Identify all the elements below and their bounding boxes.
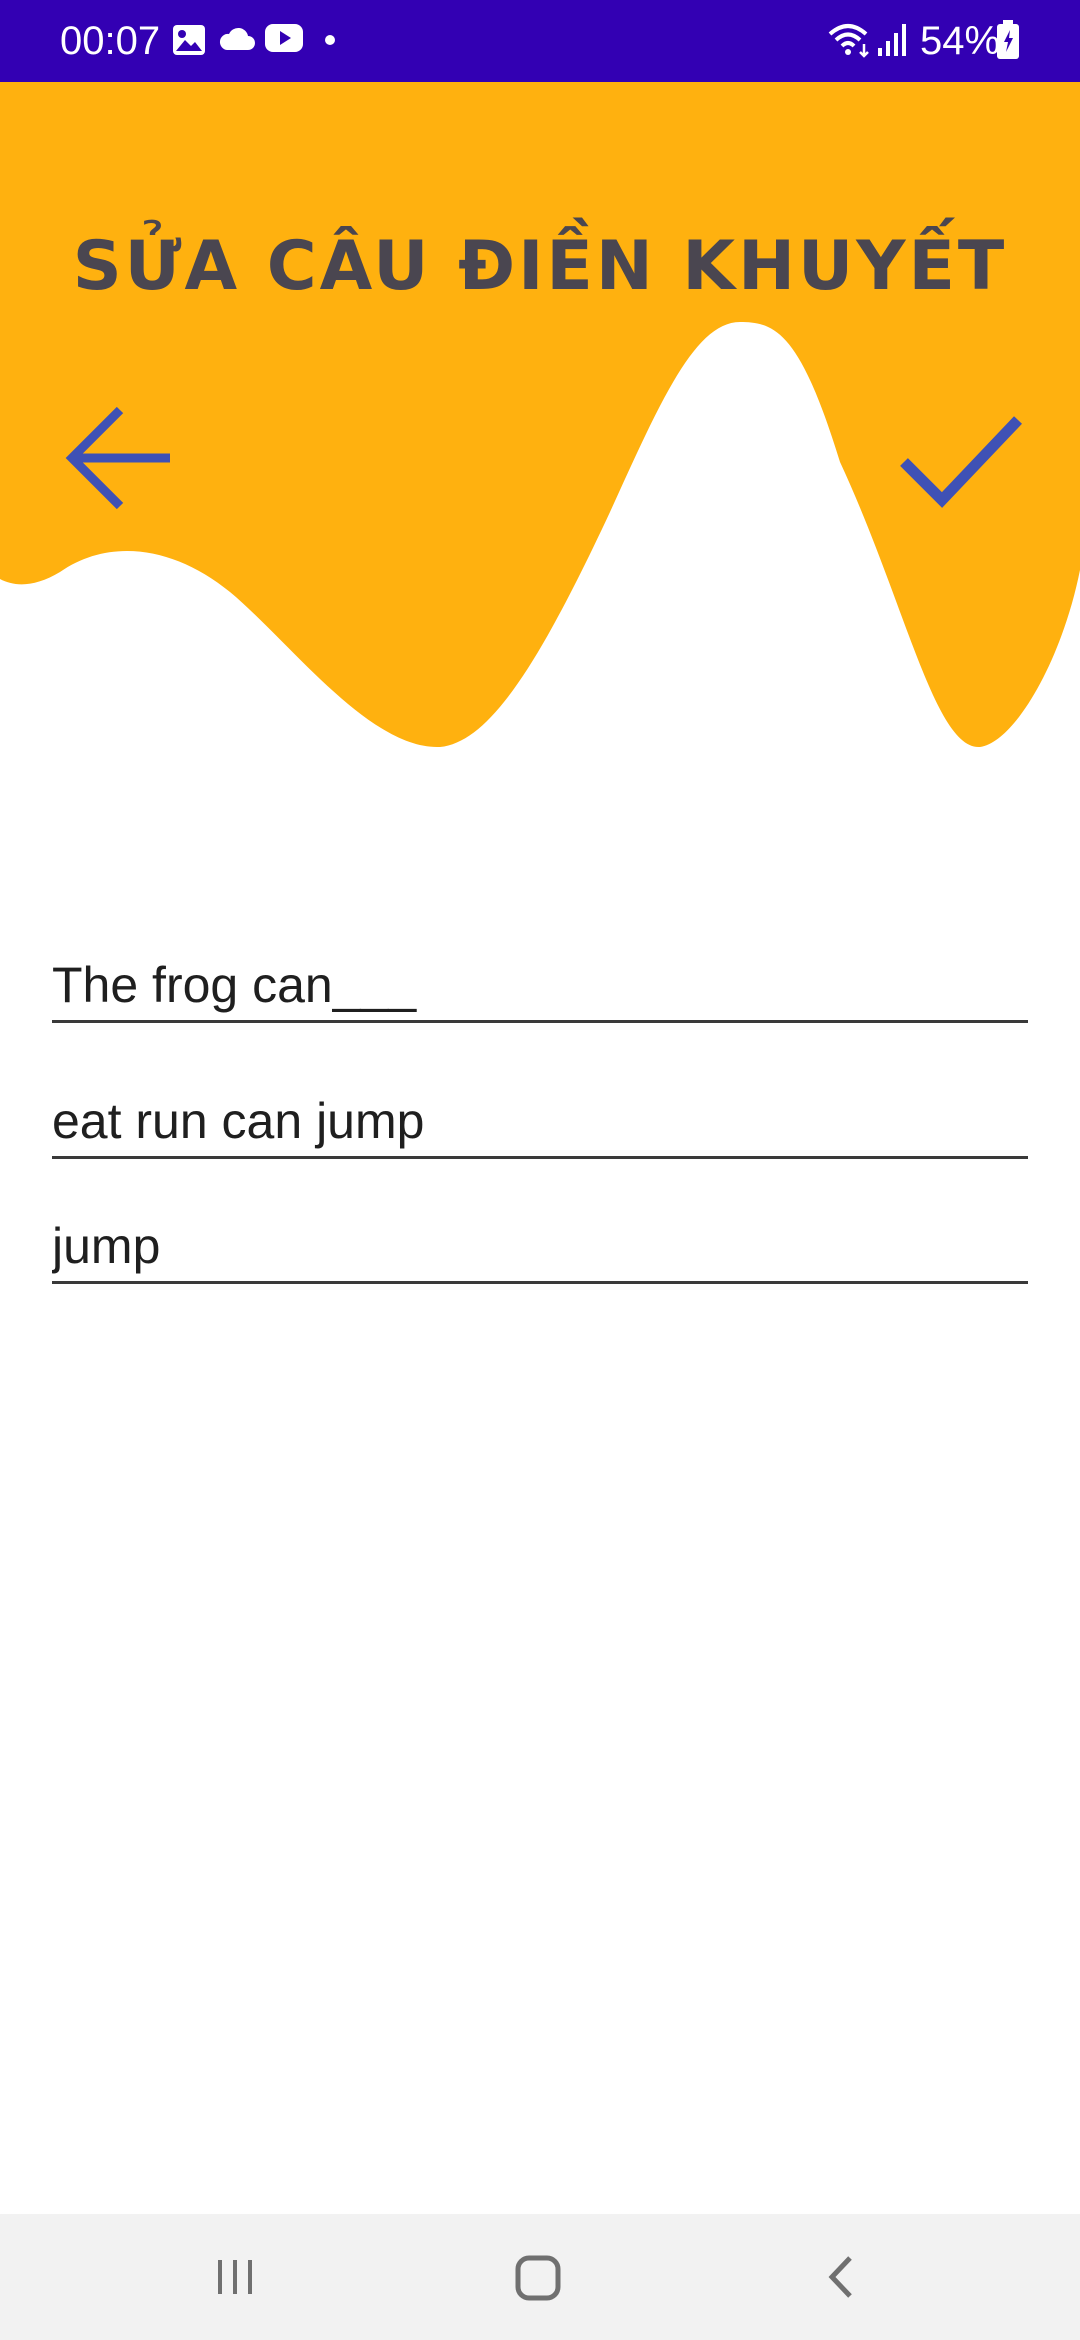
back-button[interactable] bbox=[60, 398, 180, 518]
cloud-icon bbox=[219, 27, 255, 50]
youtube-icon bbox=[265, 24, 303, 52]
confirm-button[interactable] bbox=[890, 400, 1030, 520]
question-input[interactable] bbox=[52, 950, 1028, 1020]
screen: 00:07 54% SỬA CÂU ĐIỀN KHUYẾT The frog c… bbox=[0, 0, 1080, 2340]
recents-icon bbox=[218, 2260, 252, 2294]
signal-icon bbox=[878, 24, 906, 56]
options-field-container bbox=[52, 1086, 1028, 1159]
navigation-bar bbox=[0, 2214, 1080, 2340]
home-button[interactable] bbox=[477, 2232, 597, 2322]
answer-input[interactable] bbox=[52, 1211, 1028, 1281]
battery-icon bbox=[997, 20, 1019, 59]
question-field-container bbox=[52, 950, 1028, 1023]
options-input[interactable] bbox=[52, 1086, 1028, 1156]
back-icon bbox=[828, 2256, 852, 2298]
gallery-icon bbox=[173, 25, 205, 55]
answer-field-container bbox=[52, 1211, 1028, 1284]
back-nav-button[interactable] bbox=[780, 2232, 900, 2322]
status-bar: 00:07 54% bbox=[0, 0, 1080, 82]
battery-percentage: 54% bbox=[920, 19, 1001, 63]
status-time: 00:07 bbox=[60, 19, 161, 63]
home-icon bbox=[515, 2255, 561, 2301]
page-title: SỬA CÂU ĐIỀN KHUYẾT bbox=[72, 227, 1008, 306]
recents-button[interactable] bbox=[175, 2232, 295, 2322]
arrow-left-icon bbox=[65, 406, 170, 510]
dot-icon bbox=[325, 35, 335, 45]
wifi-icon bbox=[828, 24, 869, 58]
check-icon bbox=[900, 416, 1022, 508]
